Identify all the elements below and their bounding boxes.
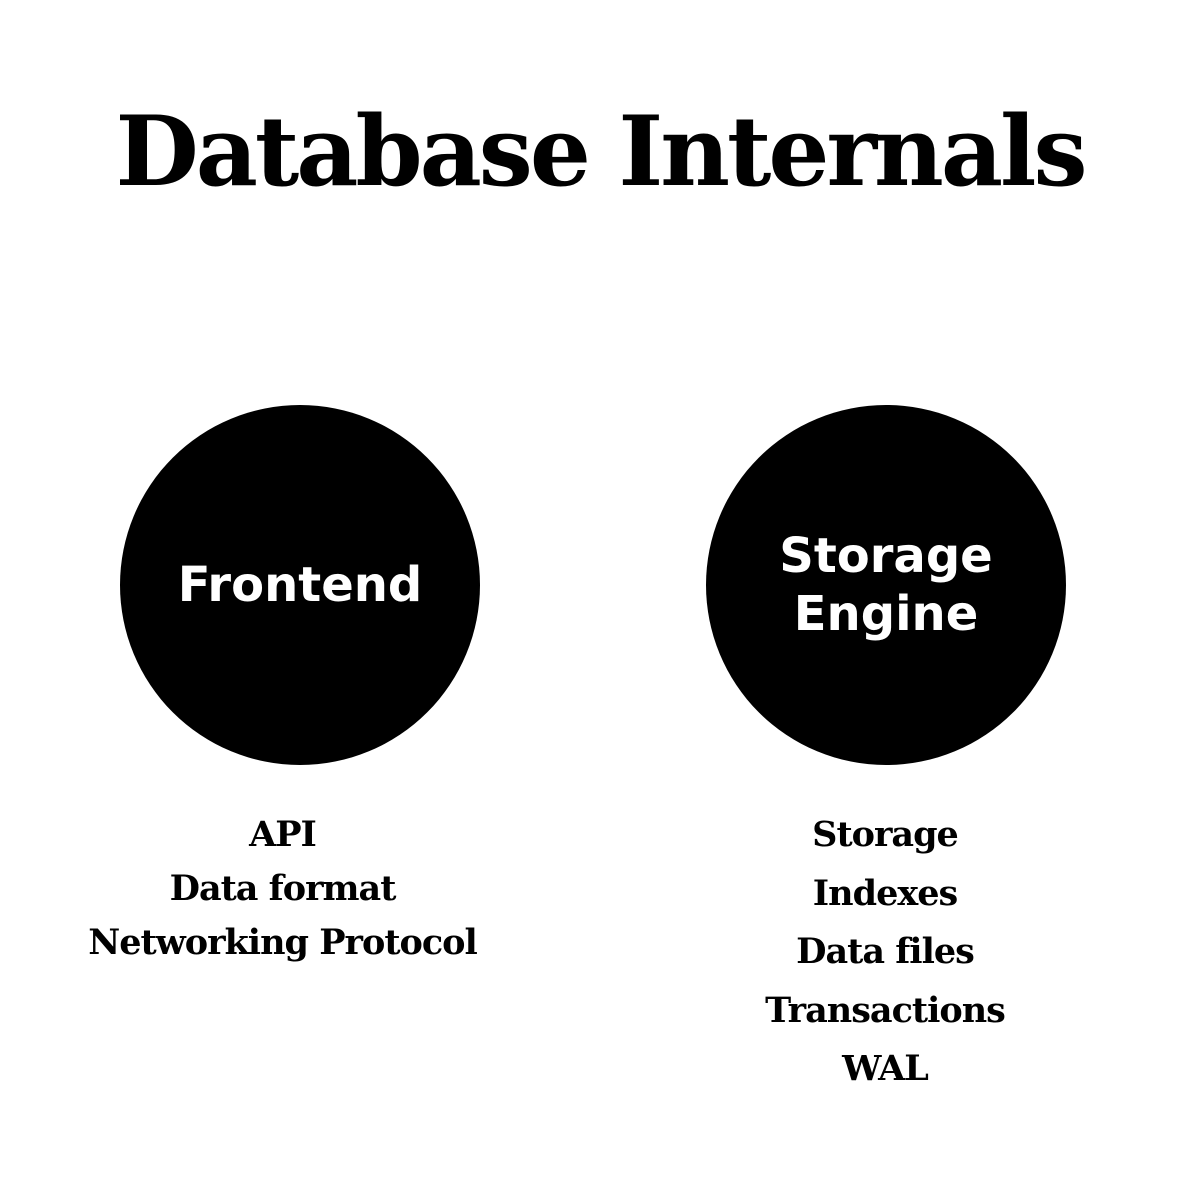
frontend-items: API Data format Networking Protocol <box>80 808 485 970</box>
frontend-label: Frontend <box>177 557 423 613</box>
list-item: Indexes <box>812 872 958 914</box>
list-item: Storage <box>812 814 959 855</box>
page-title: Database Internals <box>115 95 1087 208</box>
list-item: API <box>249 814 317 855</box>
storage-engine-label: Storage Engine <box>779 528 993 642</box>
storage-engine-items: Storage Indexes Data files Transactions … <box>730 806 1040 1099</box>
frontend-circle: Frontend <box>120 405 480 765</box>
storage-engine-circle: Storage Engine <box>706 405 1066 765</box>
list-item: Data files <box>796 931 975 972</box>
list-item: Transactions <box>765 989 1006 1031</box>
list-item: WAL <box>842 1048 929 1089</box>
list-item: Data format <box>169 868 397 909</box>
list-item: Networking Protocol <box>88 922 478 963</box>
